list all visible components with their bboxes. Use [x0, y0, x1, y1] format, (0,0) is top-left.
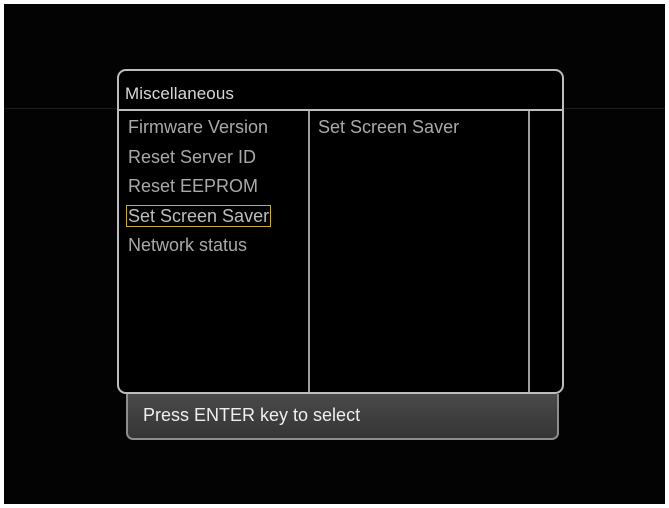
menu-item-label: Reset Server ID — [128, 146, 257, 167]
menu-item-network-status[interactable]: Network status — [128, 231, 271, 261]
tv-screen: Miscellaneous Firmware Version Reset Ser… — [4, 4, 665, 504]
menu-item-reset-server-id[interactable]: Reset Server ID — [128, 143, 271, 173]
menu-item-reset-eeprom[interactable]: Reset EEPROM — [128, 172, 271, 202]
title-divider — [119, 109, 562, 111]
menu-item-label: Set Screen Saver — [126, 204, 272, 227]
menu-item-label: Reset EEPROM — [128, 176, 259, 196]
miscellaneous-panel: Miscellaneous Firmware Version Reset Ser… — [117, 69, 564, 394]
menu-item-firmware-version[interactable]: Firmware Version — [128, 113, 271, 143]
status-hint: Press ENTER key to select — [143, 405, 361, 425]
status-bar: Press ENTER key to select — [126, 394, 559, 440]
menu-item-label: Network status — [128, 235, 248, 255]
panel-title: Miscellaneous — [125, 84, 235, 103]
menu-list: Firmware Version Reset Server ID Reset E… — [126, 113, 272, 261]
column-divider-right — [528, 111, 530, 392]
column-divider-left — [308, 111, 310, 392]
detail-pane-text: Set Screen Saver — [318, 117, 460, 137]
menu-item-label: Firmware Version — [128, 117, 269, 137]
menu-item-set-screen-saver[interactable]: Set Screen Saver — [126, 202, 272, 232]
